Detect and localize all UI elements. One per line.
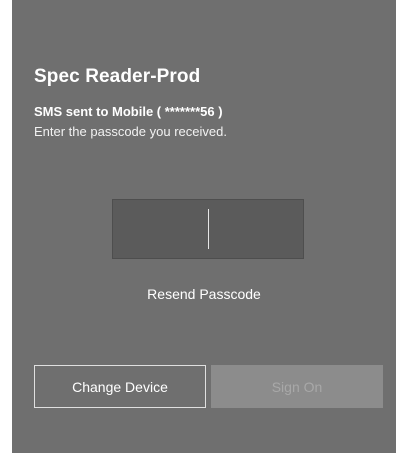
text-caret: [208, 209, 209, 249]
app-title: Spec Reader-Prod: [34, 66, 201, 87]
resend-passcode-link[interactable]: Resend Passcode: [12, 286, 396, 302]
passcode-instruction: Enter the passcode you received.: [34, 124, 227, 139]
passcode-card: Spec Reader-Prod SMS sent to Mobile ( **…: [12, 0, 396, 453]
change-device-button[interactable]: Change Device: [34, 365, 206, 408]
sms-sent-message: SMS sent to Mobile ( *******56 ): [34, 104, 223, 119]
sign-on-button[interactable]: Sign On: [211, 365, 383, 408]
change-device-label: Change Device: [72, 378, 168, 395]
sign-on-label: Sign On: [271, 378, 323, 395]
passcode-input[interactable]: [112, 199, 304, 259]
